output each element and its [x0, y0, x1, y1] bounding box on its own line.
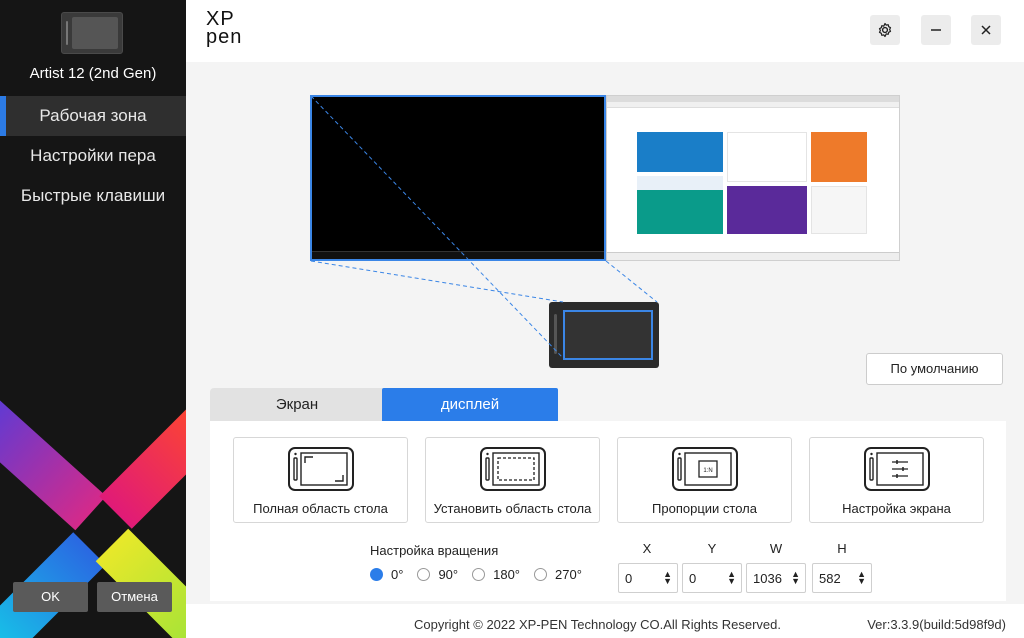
default-button[interactable]: По умолчанию	[866, 353, 1003, 385]
tablet-preview	[549, 302, 659, 368]
radio-icon[interactable]	[534, 568, 547, 581]
header: XP pen	[186, 0, 1024, 62]
full-area-label: Полная область стола	[253, 501, 388, 516]
mapping-tabs: Экран дисплей	[210, 388, 558, 421]
rotation-180-option[interactable]: 180°	[472, 567, 520, 582]
close-icon	[981, 25, 991, 35]
sidebar-nav: Рабочая зона Настройки пера Быстрые клав…	[0, 96, 186, 216]
version-text: Ver:3.3.9(build:5d98f9d)	[867, 617, 1006, 632]
sidebar-item-shortcut-keys[interactable]: Быстрые клавиши	[0, 176, 186, 216]
x-label: X	[642, 541, 652, 556]
sidebar: Artist 12 (2nd Gen) Рабочая зона Настрой…	[0, 0, 186, 638]
settings-button[interactable]	[870, 15, 900, 45]
main-content: По умолчанию Экран дисплей Полная област…	[186, 62, 1024, 638]
stepper-arrows-icon[interactable]: ▲ ▼	[791, 570, 800, 586]
screen-adjust-icon	[863, 447, 930, 491]
device-thumbnail	[61, 12, 123, 54]
display-preview-selected[interactable]	[310, 95, 606, 261]
radio-icon[interactable]	[472, 568, 486, 581]
close-button[interactable]	[971, 15, 1001, 45]
xppen-logo: XP pen	[206, 8, 243, 48]
minimize-icon	[931, 29, 941, 31]
sidebar-item-pen-settings[interactable]: Настройки пера	[0, 136, 186, 176]
proportion-label: Пропорции стола	[652, 501, 757, 516]
set-area-label: Установить область стола	[433, 501, 592, 516]
full-area-button[interactable]: Полная область стола	[233, 437, 408, 523]
proportion-icon: 1:N	[671, 447, 738, 491]
screen-adjust-button[interactable]: Настройка экрана	[809, 437, 984, 523]
rotation-270-option[interactable]: 270°	[534, 567, 582, 582]
rotation-0-option[interactable]: 0°	[370, 567, 403, 582]
device-name: Artist 12 (2nd Gen)	[29, 65, 157, 82]
stepper-arrows-icon[interactable]: ▲ ▼	[727, 570, 736, 586]
sidebar-item-work-area[interactable]: Рабочая зона	[0, 96, 186, 136]
decoration-stripe	[99, 397, 186, 529]
set-area-button[interactable]: Установить область стола	[425, 437, 600, 523]
mapping-panel: Полная область стола Установить область …	[210, 421, 1006, 601]
decoration-stripe	[0, 395, 107, 531]
x-stepper[interactable]: 0 ▲ ▼	[618, 563, 678, 593]
screen-adjust-label: Настройка экрана	[842, 501, 951, 516]
tablet-active-area[interactable]	[563, 310, 653, 360]
monitor-preview-secondary[interactable]	[606, 95, 900, 261]
stepper-arrows-icon[interactable]: ▲ ▼	[663, 570, 672, 586]
ok-button[interactable]: OK	[13, 582, 88, 612]
rotation-90-option[interactable]: 90°	[417, 567, 458, 582]
svg-text:1:N: 1:N	[703, 468, 712, 474]
radio-selected-icon[interactable]	[370, 568, 383, 581]
proportion-button[interactable]: 1:N Пропорции стола	[617, 437, 792, 523]
footer: Copyright © 2022 XP-PEN Technology CO.Al…	[186, 604, 1024, 638]
rotation-options: 0° 90° 180° 270°	[370, 567, 596, 582]
set-area-icon	[479, 447, 546, 491]
gear-icon	[878, 22, 892, 38]
y-stepper[interactable]: 0 ▲ ▼	[682, 563, 742, 593]
h-stepper[interactable]: 582 ▲ ▼	[812, 563, 872, 593]
stepper-arrows-icon[interactable]: ▲ ▼	[857, 570, 866, 586]
tab-screen[interactable]: Экран	[210, 388, 384, 421]
minimize-button[interactable]	[921, 15, 951, 45]
y-label: Y	[707, 541, 717, 556]
tab-display[interactable]: дисплей	[382, 388, 558, 421]
w-label: W	[769, 541, 783, 556]
cancel-button[interactable]: Отмена	[97, 582, 172, 612]
full-area-icon	[287, 447, 354, 491]
rotation-title: Настройка вращения	[370, 543, 499, 558]
w-stepper[interactable]: 1036 ▲ ▼	[746, 563, 806, 593]
radio-icon[interactable]	[417, 568, 431, 581]
copyright-text: Copyright © 2022 XP-PEN Technology CO.Al…	[414, 617, 782, 632]
h-label: H	[837, 541, 847, 556]
